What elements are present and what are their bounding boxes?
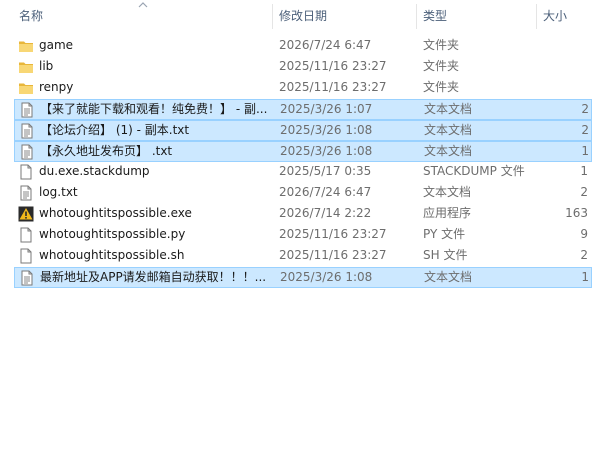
file-name: whotoughtitspossible.exe: [39, 206, 192, 220]
file-modified-date: 2025/3/26 1:08: [280, 270, 373, 284]
folder-icon: [18, 59, 34, 75]
file-row[interactable]: game 2026/7/24 6:47 文件夹: [14, 36, 592, 57]
file-name: 【来了就能下载和观看！纯免费！】 - 副...: [40, 102, 268, 116]
file-name: whotoughtitspossible.py: [39, 227, 186, 241]
file-name: whotoughtitspossible.sh: [39, 248, 185, 262]
file-type: 文本文档: [423, 185, 472, 199]
file-row[interactable]: 【论坛介绍】 (1) - 副本.txt 2025/3/26 1:08 文本文档 2: [14, 120, 592, 141]
column-header-date[interactable]: 修改日期: [274, 0, 416, 33]
file-name: 最新地址及APP请发邮箱自动获取！！！...: [40, 270, 267, 284]
file-name: 【论坛介绍】 (1) - 副本.txt: [40, 123, 190, 137]
file-size: [544, 78, 588, 97]
file-type: 文本文档: [424, 144, 473, 158]
file-size: 1: [581, 144, 589, 158]
text-document-icon: [18, 185, 34, 201]
file-type: 文本文档: [424, 123, 473, 137]
file-name: du.exe.stackdump: [39, 164, 150, 178]
column-divider[interactable]: [536, 4, 537, 29]
text-document-icon: [19, 270, 35, 286]
file-name: renpy: [39, 80, 74, 94]
file-name: 【永久地址发布页】 .txt: [40, 144, 173, 158]
file-modified-date: 2025/3/26 1:08: [280, 123, 373, 137]
file-type: 文本文档: [424, 270, 473, 284]
file-row[interactable]: du.exe.stackdump 2025/5/17 0:35 STACKDUMP …: [14, 162, 592, 183]
sort-ascending-icon: [138, 2, 148, 8]
folder-icon: [18, 80, 34, 96]
file-name: game: [39, 38, 74, 52]
column-divider[interactable]: [272, 4, 273, 29]
file-row[interactable]: lib 2025/11/16 23:27 文件夹: [14, 57, 592, 78]
file-row[interactable]: whotoughtitspossible.sh 2025/11/16 23:27 S…: [14, 246, 592, 267]
file-size: 2: [581, 102, 589, 116]
file-icon: [18, 227, 34, 243]
file-modified-date: 2025/3/26 1:07: [280, 102, 373, 116]
column-header-bar: 名称 修改日期 类型 大小: [0, 0, 596, 33]
file-row[interactable]: whotoughtitspossible.exe 2026/7/14 2:22 应用…: [14, 204, 592, 225]
file-size: 1: [581, 270, 589, 284]
file-size: 2: [580, 185, 588, 199]
file-modified-date: 2025/5/17 0:35: [279, 164, 372, 178]
file-size: [544, 36, 588, 55]
file-modified-date: 2025/11/16 23:27: [279, 248, 387, 262]
file-row[interactable]: 【来了就能下载和观看！纯免费！】 - 副... 2025/3/26 1:07 文本文…: [14, 99, 592, 120]
file-size: 2: [580, 248, 588, 262]
column-divider[interactable]: [416, 4, 417, 29]
text-document-icon: [19, 102, 35, 118]
file-row[interactable]: 【永久地址发布页】 .txt 2025/3/26 1:08 文本文档 1: [14, 141, 592, 162]
file-icon: [18, 164, 34, 180]
file-size: 163: [565, 206, 588, 220]
file-icon: [18, 248, 34, 264]
file-modified-date: 2025/11/16 23:27: [279, 59, 387, 73]
file-type: 文件夹: [423, 80, 460, 94]
column-header-type[interactable]: 类型: [418, 0, 536, 33]
file-modified-date: 2025/11/16 23:27: [279, 80, 387, 94]
text-document-icon: [19, 144, 35, 160]
folder-icon: [18, 38, 34, 54]
file-type: 文本文档: [424, 102, 473, 116]
text-document-icon: [19, 123, 35, 139]
file-size: [544, 57, 588, 76]
file-modified-date: 2026/7/24 6:47: [279, 185, 372, 199]
column-header-size[interactable]: 大小: [538, 0, 596, 33]
file-modified-date: 2025/3/26 1:08: [280, 144, 373, 158]
file-row[interactable]: 最新地址及APP请发邮箱自动获取！！！... 2025/3/26 1:08 文本文档…: [14, 267, 592, 288]
file-type: SH 文件: [423, 248, 468, 262]
file-row[interactable]: whotoughtitspossible.py 2025/11/16 23:27 P…: [14, 225, 592, 246]
file-size: 9: [580, 227, 588, 241]
file-row[interactable]: log.txt 2026/7/24 6:47 文本文档 2: [14, 183, 592, 204]
file-modified-date: 2026/7/24 6:47: [279, 38, 372, 52]
file-name: log.txt: [39, 185, 78, 199]
file-row[interactable]: renpy 2025/11/16 23:27 文件夹: [14, 78, 592, 99]
file-type: 应用程序: [423, 206, 472, 220]
file-type: 文件夹: [423, 59, 460, 73]
app-warning-icon: [18, 206, 34, 222]
file-size: 2: [581, 123, 589, 137]
file-modified-date: 2026/7/14 2:22: [279, 206, 372, 220]
file-type: STACKDUMP 文件: [423, 164, 525, 178]
file-modified-date: 2025/11/16 23:27: [279, 227, 387, 241]
file-name: lib: [39, 59, 54, 73]
file-type: PY 文件: [423, 227, 466, 241]
file-type: 文件夹: [423, 38, 460, 52]
file-size: 1: [580, 164, 588, 178]
